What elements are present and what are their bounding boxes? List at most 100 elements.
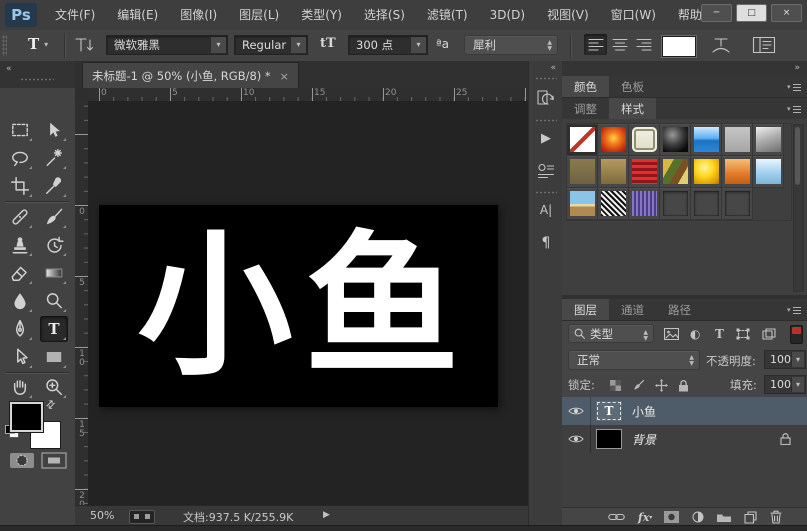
text-layer-thumbnail[interactable]: T [596,401,622,421]
filter-type-layers-icon[interactable]: T [715,321,724,347]
menu-item[interactable]: 图层(L) [228,0,290,30]
layer-visibility-toggle[interactable] [562,397,591,425]
layer-row-background[interactable]: 背景 [562,425,807,454]
tool-preset-picker[interactable]: T ▾ [28,35,48,53]
gradient-tool[interactable] [40,260,68,286]
pen-tool[interactable] [6,316,34,342]
new-group-icon[interactable] [716,508,732,526]
style-swatch-empty-3[interactable] [722,188,753,220]
new-adjustment-layer-icon[interactable] [692,508,704,526]
layer-name[interactable]: 背景 [632,425,656,453]
tab-close-icon[interactable]: × [280,70,289,83]
menu-item[interactable]: 类型(Y) [290,0,353,30]
style-swatch-landscape[interactable] [567,188,598,220]
tab-adjustments[interactable]: 调整 [562,98,609,119]
maximize-button[interactable]: □ [736,4,767,22]
lasso-tool[interactable] [6,145,34,171]
history-panel-icon[interactable] [533,85,559,111]
style-swatch-orange-gradient[interactable] [722,156,753,188]
panel-menu-icon[interactable]: ▾ [787,83,801,91]
tab-swatches[interactable]: 色板 [609,76,656,97]
style-swatch-bw-pattern[interactable] [598,188,629,220]
style-swatch-white-ring[interactable] [629,124,660,156]
tab-channels[interactable]: 通道 [609,299,656,320]
style-swatch-tan-flat[interactable] [567,156,598,188]
clone-stamp-tool[interactable] [6,232,34,258]
layer-name[interactable]: 小鱼 [632,397,656,425]
add-mask-icon[interactable] [664,508,679,526]
zoom-tool[interactable] [40,374,68,400]
panel-menu-icon[interactable]: ▾ [787,105,801,113]
dock-grip[interactable] [535,77,557,80]
anti-alias-select[interactable]: 犀利 ▲▼ [464,35,558,55]
styles-scrollbar[interactable] [793,124,804,292]
collapse-dock-icon[interactable]: » [794,63,799,73]
actions-panel-icon[interactable]: ▶ [533,125,559,151]
tab-layers[interactable]: 图层 [562,299,609,320]
layer-row-text[interactable]: T 小鱼 [562,397,807,426]
layer-style-icon[interactable]: fx▾ [638,508,652,526]
document-tab[interactable]: 未标题-1 @ 50% (小鱼, RGB/8) * × [82,62,299,89]
tools-grip[interactable] [20,78,54,81]
rectangular-marquee-tool[interactable] [6,117,34,143]
menu-item[interactable]: 文件(F) [44,0,106,30]
spot-healing-brush-tool[interactable] [6,204,34,230]
menu-item[interactable]: 3D(D) [479,0,536,30]
lock-position-icon[interactable] [655,373,668,397]
style-swatch-yellow-gloss[interactable] [691,156,722,188]
style-swatch-red-glow[interactable] [598,124,629,156]
tab-color[interactable]: 颜色 [562,76,609,97]
text-orientation-toggle[interactable] [72,35,96,55]
filter-smart-objects-icon[interactable] [762,321,776,347]
foreground-color-swatch[interactable] [10,402,43,432]
screen-mode-button[interactable] [40,451,68,469]
lock-pixels-icon[interactable] [632,373,645,397]
caret-down-icon[interactable]: ▾ [410,37,426,53]
style-swatch-purple-ribbed[interactable] [629,188,660,220]
close-button[interactable]: × [771,4,802,22]
menu-item[interactable]: 窗口(W) [600,0,667,30]
style-swatch-camouflage[interactable] [660,156,691,188]
caret-down-icon[interactable]: ▾ [791,377,804,392]
shape-tool[interactable] [40,344,68,370]
filter-shape-layers-icon[interactable] [736,321,750,347]
quick-mask-button[interactable] [8,451,36,469]
style-swatch-gray-flat[interactable] [722,124,753,156]
menu-item[interactable]: 视图(V) [536,0,600,30]
scrubby-zoom-icon[interactable] [129,510,155,524]
paragraph-panel-icon[interactable]: ¶ [533,230,559,256]
tab-paths[interactable]: 路径 [656,299,703,320]
style-swatch-empty-2[interactable] [691,188,722,220]
menu-item[interactable]: 编辑(E) [106,0,169,30]
fill-field[interactable]: 100% ▾ [764,375,806,394]
properties-panel-icon[interactable] [533,158,559,184]
align-left-button[interactable] [584,34,607,55]
dock-grip[interactable] [535,191,557,194]
lock-transparency-icon[interactable] [610,373,621,397]
style-swatch-sky-blue-gloss[interactable] [753,156,784,188]
eraser-tool[interactable] [6,260,34,286]
minimize-button[interactable]: ─ [701,4,732,22]
blur-tool[interactable] [6,288,34,314]
style-swatch-black-sphere[interactable] [660,124,691,156]
path-selection-tool[interactable] [6,344,34,370]
filter-adjustment-layers-icon[interactable]: ◐ [690,321,700,347]
expand-dock-icon[interactable]: « [550,63,555,73]
collapse-tools-icon[interactable]: « [6,64,11,74]
dock-grip[interactable] [535,119,557,122]
font-family-select[interactable]: 微软雅黑 ▾ [106,35,228,55]
toggle-panels-button[interactable] [752,36,776,54]
link-layers-icon[interactable] [608,508,625,526]
type-tool[interactable]: T [40,316,68,342]
style-swatch-blue-gloss[interactable] [691,124,722,156]
filter-pixel-layers-icon[interactable] [664,321,679,347]
background-layer-thumbnail[interactable] [596,429,622,449]
align-right-button[interactable] [632,34,655,55]
status-menu-arrow-icon[interactable]: ▶ [323,510,330,520]
magic-wand-tool[interactable] [40,145,68,171]
font-style-select[interactable]: Regular ▾ [234,35,308,55]
caret-down-icon[interactable]: ▾ [791,352,804,367]
style-swatch-red-weave[interactable] [629,156,660,188]
blend-mode-select[interactable]: 正常 ▲▼ [568,350,700,370]
lock-all-icon[interactable] [678,373,689,397]
